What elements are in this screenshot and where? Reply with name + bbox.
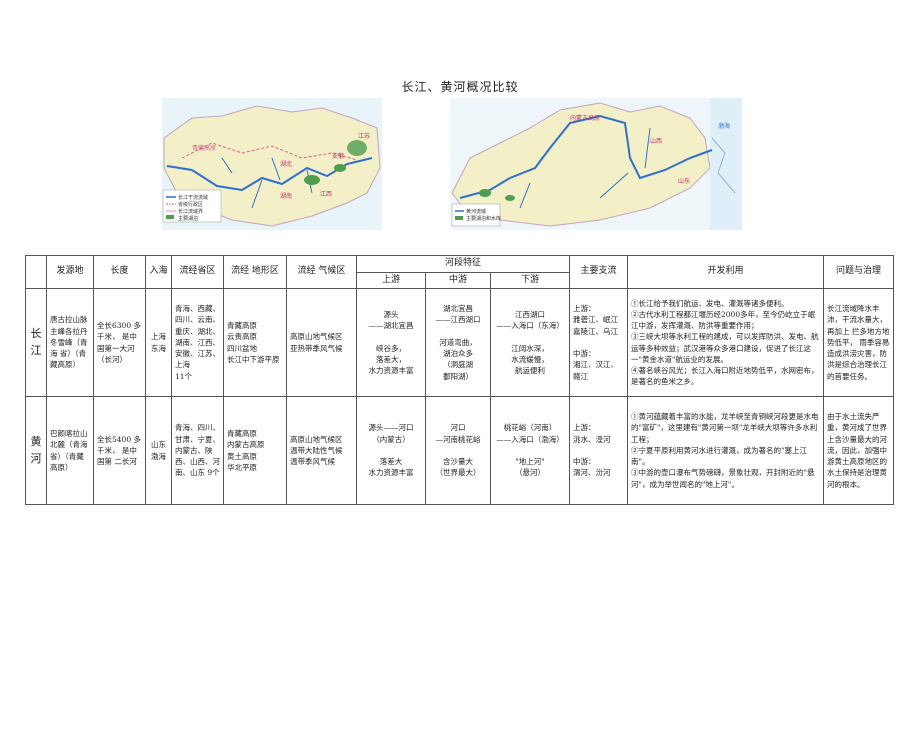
- upper-cell: 源头——河口 （内蒙古） 落差大 水力资源丰富: [356, 396, 426, 505]
- svg-text:安徽: 安徽: [332, 152, 344, 160]
- comparison-table: 发源地 长度 入海 流经省区 流经 地形区 流经 气候区 河段特征 主要支流 开…: [25, 255, 894, 505]
- svg-text:长江流域界: 长江流域界: [178, 208, 203, 215]
- lower-cell: 江西湖口 ——入海口（东海） 江阔水深， 水流缓慢， 航运便利: [490, 288, 570, 397]
- header-development: 开发利用: [627, 255, 824, 289]
- middle-cell: 湖北宜昌 ——江西湖口 河道弯曲， 湖泊众多 （洞庭湖 鄱阳湖）: [425, 288, 491, 397]
- page-title: 长江、黄河概况比较: [401, 80, 519, 94]
- svg-text:长江干流流域: 长江干流流域: [178, 194, 208, 201]
- svg-text:湖南: 湖南: [280, 192, 292, 200]
- terrain-cell: 青藏高原 内蒙古高原 黄土高原 华北平原: [223, 396, 287, 505]
- river-name: 黄河: [25, 396, 47, 505]
- header-middle: 中游: [425, 271, 491, 289]
- tributaries-cell: 上游： 雅砻江、岷江 嘉陵江、乌江 中游： 湘江、汉江、 赣江: [569, 288, 628, 397]
- header-climate: 流经 气候区: [286, 255, 357, 289]
- svg-text:江西: 江西: [320, 191, 332, 198]
- header-mouth: 入海: [145, 255, 172, 289]
- header-row-1: 发源地 长度 入海 流经省区 流经 地形区 流经 气候区 河段特征 主要支流 开…: [25, 255, 894, 289]
- header-blank: [25, 255, 47, 289]
- svg-text:内蒙古高原: 内蒙古高原: [570, 114, 600, 122]
- header-length: 长度: [93, 255, 146, 289]
- table-row: 黄河 巴颜喀拉山北麓（青海省）（青藏高原） 全长5400 多千米， 是中国第 二…: [25, 396, 894, 505]
- svg-text:山东: 山东: [678, 177, 690, 185]
- yellow-river-basin-map: 内蒙古高原 山西 山东 渤海 黄河流域 主要湖泊和水库: [450, 98, 742, 230]
- svg-text:江苏: 江苏: [358, 132, 370, 140]
- header-source: 发源地: [46, 255, 94, 289]
- length-cell: 全长6300 多千米， 是中国第一大河（长河）: [93, 288, 146, 397]
- svg-text:主要湖泊: 主要湖泊: [178, 215, 198, 222]
- map-label: 青藏高原: [192, 144, 216, 152]
- header-provinces: 流经省区: [171, 255, 224, 289]
- climate-cell: 高原山地气候区 亚热带季风气候: [286, 288, 357, 397]
- middle-cell: 河口 —河南桃花峪 含沙量大 （世界最大）: [425, 396, 491, 505]
- header-lower: 下游: [490, 271, 570, 289]
- climate-cell: 高原山地气候区 温带大陆性气候 温带季风气候: [286, 396, 357, 505]
- header-upper: 上游: [356, 271, 426, 289]
- header-sections: 河段特征: [356, 255, 570, 273]
- length-cell: 全长5400 多千米， 是中国第 二长河: [93, 396, 146, 505]
- svg-text:渤海: 渤海: [718, 122, 730, 130]
- development-cell: ①长江给予我们航运、发电、灌溉等诸多便利。 ②古代水利工程都江堰历经2000多年…: [627, 288, 824, 397]
- yangtze-basin-map: 青藏高原 湖北 湖南 江西 安徽 江苏 长江干流流域 省级行政区 长江流域界 主…: [162, 98, 382, 230]
- svg-text:黄河流域: 黄河流域: [466, 208, 486, 215]
- upper-cell: 源头 ——湖北宜昌 峡谷多， 落差大， 水力资源丰富: [356, 288, 426, 397]
- terrain-cell: 青藏高原 云贵高原 四川盆地 长江中下游平原: [223, 288, 287, 397]
- lower-cell: 桃花峪（河南） ——入海口（渤海） "地上河" （悬河）: [490, 396, 570, 505]
- development-cell: ①黄河蕴藏着丰富的水能，龙羊峡至青铜峡河段更是水电的"富矿"，这里建有"黄河第一…: [627, 396, 824, 505]
- source-cell: 巴颜喀拉山北麓（青海省）（青藏高原）: [46, 396, 94, 505]
- header-terrain: 流经 地形区: [223, 255, 287, 289]
- svg-text:省级行政区: 省级行政区: [178, 201, 203, 208]
- provinces-cell: 青海、四川、甘肃、宁夏、内蒙古、陕西、山西、河南、山东 9个: [171, 396, 224, 505]
- mouth-cell: 上海 东海: [145, 288, 172, 397]
- table-row: 长江 唐古拉山脉主峰各拉丹冬雪峰（青海 省）（青 藏高原） 全长6300 多千米…: [25, 288, 894, 397]
- issues-cell: 由于水土流失严重，黄河成了世界上含沙量最大的河流，因此，加强中游黄土高原地区的水…: [823, 396, 894, 505]
- river-name: 长江: [25, 288, 47, 397]
- tributaries-cell: 上游： 洮水、湟河 中游： 渭河、汾河: [569, 396, 628, 505]
- svg-text:湖北: 湖北: [280, 160, 292, 168]
- svg-text:主要湖泊和水库: 主要湖泊和水库: [466, 215, 501, 222]
- header-tributaries: 主要支流: [569, 255, 628, 289]
- source-cell: 唐古拉山脉主峰各拉丹冬雪峰（青海 省）（青 藏高原）: [46, 288, 94, 397]
- svg-text:山西: 山西: [650, 137, 662, 145]
- header-issues: 问题与治理: [823, 255, 894, 289]
- mouth-cell: 山东 渤海: [145, 396, 172, 505]
- issues-cell: 长江流域降水丰沛，干流水量大，再加上 拦多地方地势低平， 雨季容易造成洪涝灾害，…: [823, 288, 894, 397]
- provinces-cell: 青海、西藏、四川、云南、重庆、湖北、湖南、江西、安徽、江苏、上海 11个: [171, 288, 224, 397]
